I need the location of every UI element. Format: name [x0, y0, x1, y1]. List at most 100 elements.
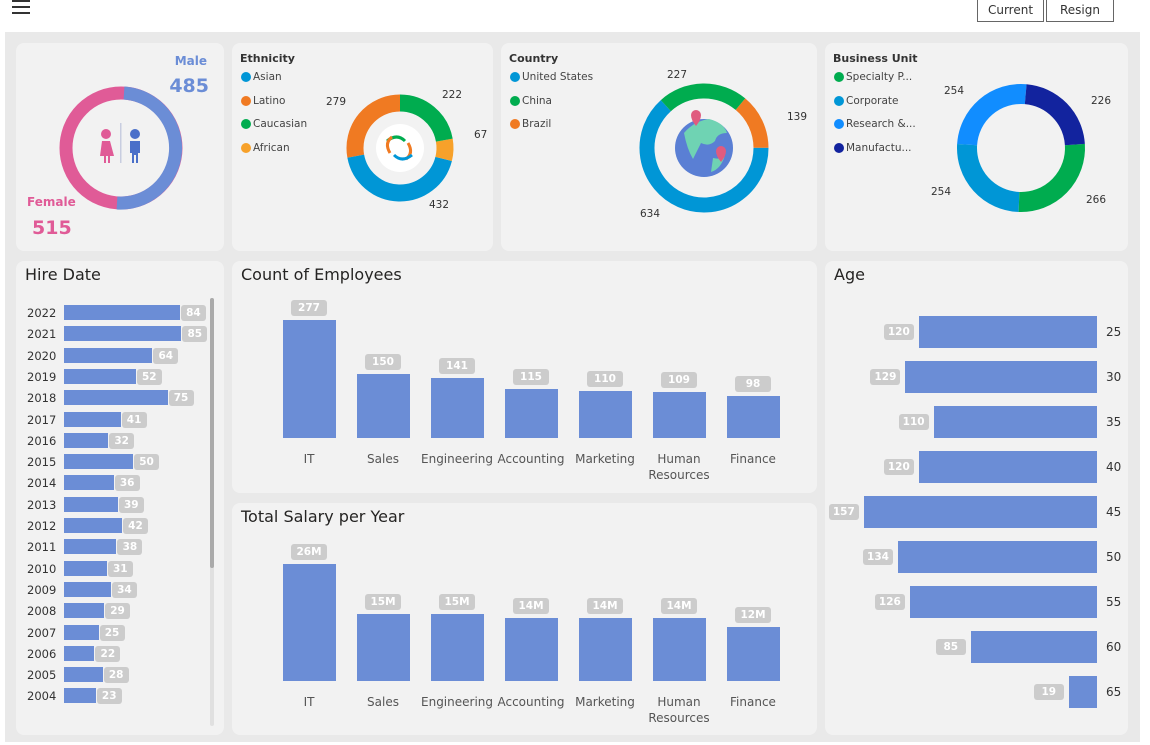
resign-button[interactable]: Resign — [1046, 0, 1114, 22]
donut-segment-china[interactable] — [660, 83, 746, 112]
age-label: 40 — [1106, 460, 1122, 474]
data-label: 23 — [96, 688, 122, 705]
column-bar[interactable] — [727, 396, 780, 438]
male-segment[interactable] — [116, 86, 183, 210]
scrollbar-thumb[interactable] — [210, 298, 214, 568]
hire-bar[interactable] — [64, 326, 182, 342]
value-label: 266 — [1086, 194, 1107, 206]
year-label: 2008 — [27, 604, 57, 619]
age-bar[interactable] — [918, 451, 1097, 483]
hire-bar[interactable] — [64, 667, 103, 683]
hire-bar[interactable] — [64, 454, 133, 470]
donut-segment-african[interactable] — [435, 138, 454, 161]
data-label: 19 — [1033, 684, 1064, 700]
data-label: 157 — [828, 504, 859, 520]
data-label: 109 — [661, 371, 697, 388]
count-of-employees-card: Count of Employees 277 IT 150 Sales 141 Engin… — [232, 261, 817, 493]
year-label: 2009 — [27, 582, 57, 597]
hamburger-menu-icon[interactable] — [12, 0, 30, 14]
year-label: 2022 — [27, 306, 57, 320]
gender-donut — [59, 86, 183, 210]
data-label: 14M — [513, 598, 549, 614]
data-label: 126 — [874, 594, 905, 610]
data-label: 14M — [661, 598, 697, 614]
column-bar[interactable] — [357, 374, 410, 438]
scrollbar-track[interactable] — [210, 298, 214, 726]
data-label: 12M — [735, 607, 771, 623]
data-label: 41 — [121, 411, 147, 428]
age-bar[interactable] — [1068, 676, 1097, 708]
data-label: 15M — [439, 593, 475, 610]
hire-bar[interactable] — [64, 688, 96, 704]
age-bar[interactable] — [863, 496, 1097, 528]
data-label: 98 — [735, 376, 771, 393]
hire-bar[interactable] — [64, 475, 114, 491]
data-label: 115 — [513, 369, 549, 385]
data-label: 75 — [168, 390, 194, 407]
column-bar[interactable] — [505, 389, 558, 438]
column-bar[interactable] — [653, 391, 706, 438]
data-label: 29 — [105, 603, 131, 620]
hire-bar[interactable] — [64, 581, 111, 597]
year-label: 2013 — [27, 497, 57, 512]
count-title: Count of Employees — [241, 265, 402, 284]
column-bar[interactable] — [727, 627, 780, 681]
column-bar[interactable] — [283, 564, 336, 681]
hire-bar[interactable] — [64, 560, 107, 576]
donut-segment-manufactu-[interactable] — [1024, 84, 1085, 146]
data-label: 26M — [291, 544, 327, 560]
column-bar[interactable] — [431, 613, 484, 681]
data-label: 42 — [122, 518, 148, 534]
age-bar[interactable] — [970, 631, 1097, 663]
salary-title: Total Salary per Year — [241, 507, 405, 526]
donut-segment-specialty-p-[interactable] — [1018, 143, 1085, 212]
age-card: Age 120 25 129 30 110 35 120 40 157 45 134 50 126 55 8… — [825, 261, 1128, 735]
column-bar[interactable] — [431, 377, 484, 438]
hire-bar[interactable] — [64, 368, 136, 384]
male-icon — [130, 129, 140, 163]
column-bar[interactable] — [579, 391, 632, 438]
age-bar[interactable] — [918, 316, 1097, 348]
column-bar[interactable] — [357, 613, 410, 681]
year-label: 2020 — [27, 348, 57, 363]
data-label: 110 — [587, 371, 623, 388]
hire-bar[interactable] — [64, 411, 121, 427]
gender-card: Male 485 Female 515 — [16, 43, 224, 251]
hire-bar[interactable] — [64, 603, 105, 619]
ethnicity-card: Ethnicity Asian Latino Caucasian African 27… — [232, 43, 493, 251]
column-bar[interactable] — [283, 319, 336, 438]
hire-bar[interactable] — [64, 518, 122, 533]
age-label: 55 — [1106, 595, 1122, 609]
value-label: 226 — [1091, 95, 1112, 107]
value-label: 254 — [931, 186, 952, 198]
donut-segment-corporate[interactable] — [957, 144, 1020, 212]
data-label: 150 — [365, 354, 401, 371]
hire-bar[interactable] — [64, 305, 180, 320]
hire-bar[interactable] — [64, 645, 95, 661]
current-button[interactable]: Current — [977, 0, 1044, 22]
age-bar[interactable] — [909, 586, 1097, 618]
age-bar[interactable] — [933, 406, 1097, 438]
category-label: Finance — [730, 452, 776, 466]
hire-bar[interactable] — [64, 432, 109, 448]
hire-bar[interactable] — [64, 539, 117, 555]
hire-bar[interactable] — [64, 624, 99, 640]
category-label: Finance — [730, 695, 776, 709]
hire-bar[interactable] — [64, 390, 168, 406]
column-bar[interactable] — [653, 618, 706, 681]
hire-bar[interactable] — [64, 347, 153, 363]
age-label: 65 — [1106, 685, 1122, 699]
age-bar[interactable] — [905, 361, 1097, 393]
data-label: 129 — [870, 369, 901, 385]
data-label: 28 — [103, 667, 129, 684]
hire-bar[interactable] — [64, 496, 118, 512]
donut-segment-research-[interactable] — [957, 84, 1027, 146]
donut-segment-brazil[interactable] — [735, 98, 769, 149]
age-bar[interactable] — [898, 541, 1097, 573]
age-label: 25 — [1106, 325, 1122, 339]
age-label: 60 — [1106, 640, 1122, 654]
column-bar[interactable] — [579, 618, 632, 681]
year-label: 2021 — [27, 327, 57, 342]
column-bar[interactable] — [505, 618, 558, 681]
data-label: 134 — [863, 549, 893, 565]
